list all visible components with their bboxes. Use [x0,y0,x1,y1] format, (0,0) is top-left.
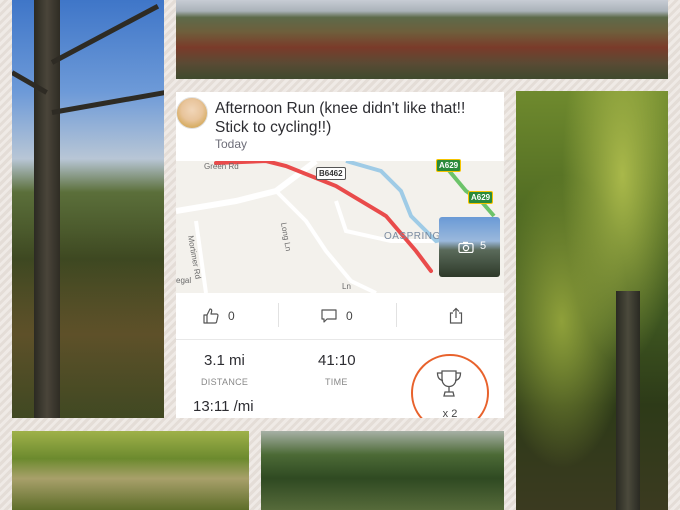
activity-title[interactable]: Afternoon Run (knee didn't like that!! S… [215,99,500,137]
background-photo-fields [176,0,668,79]
background-photo-woodland [261,431,504,510]
tree-branch [51,87,164,115]
comment-count: 0 [346,309,353,323]
share-button[interactable] [448,305,468,327]
thumbs-up-icon [203,308,219,324]
achievements-badge[interactable]: x 2 [411,354,489,418]
distance-label: DISTANCE [201,377,249,387]
activity-actions: 0 0 [176,293,504,340]
activity-card[interactable]: Afternoon Run (knee didn't like that!! S… [176,92,504,418]
background-photo-tree-left [12,0,164,418]
map-label-green-rd: Green Rd [204,162,239,171]
athlete-avatar[interactable] [176,97,208,129]
time-label: TIME [325,377,348,387]
comment-icon [321,309,337,323]
background-photo-woodland-path [12,431,249,510]
road-badge-a629: A629 [468,191,494,204]
action-divider [278,303,279,327]
activity-photos-thumbnail[interactable]: 5 [439,217,500,277]
action-divider [396,303,397,327]
activity-date: Today [215,137,248,151]
kudos-count: 0 [228,309,235,323]
map-label-ln: Ln [342,282,351,291]
photo-count: 5 [480,240,487,252]
route-map[interactable]: Green Rd Long Ln Mortimer Rd Ln egal OAS… [176,159,504,293]
camera-icon [458,241,474,253]
distance-value: 3.1 mi [204,352,245,369]
map-place-label: OASPRING [384,231,441,242]
time-value: 41:10 [318,352,356,369]
kudos-button[interactable]: 0 [202,305,242,327]
tree-branch [50,3,160,65]
achievements-count: x 2 [442,408,458,418]
tree-trunk [616,291,640,510]
comment-button[interactable]: 0 [320,305,360,327]
trophy-icon [436,370,462,397]
background-photo-tree-right [516,91,668,510]
road-badge-a629-top: A629 [436,159,462,172]
share-icon [449,307,463,324]
map-label-long-ln: Long Ln [279,222,293,252]
pace-value: 13:11 /mi [193,398,254,415]
map-label-egal: egal [176,276,191,285]
road-badge-b6462: B6462 [316,167,346,180]
